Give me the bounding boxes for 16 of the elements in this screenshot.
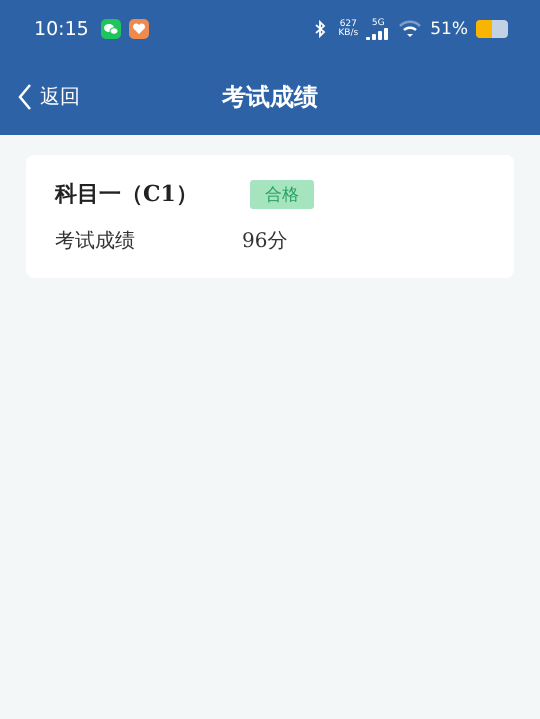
pass-badge: 合格 [250,180,314,208]
page-title: 考试成绩 [222,80,318,112]
clock-time: 10:15 [34,18,89,40]
network-speed: 627 [340,20,357,29]
subject-title: 科目一（C1） [55,180,199,209]
battery-percent: 51% [430,19,468,39]
score-label: 考试成绩 [55,227,136,254]
score-value: 96分 [242,227,288,254]
heart-app-icon [128,19,149,39]
speed-unit: KB/s [338,29,358,38]
network-type: 5G [372,18,385,28]
signal-icon [366,28,390,40]
chat-app-icon [100,19,121,39]
wifi-icon [398,19,422,39]
back-icon [18,82,32,110]
back-button[interactable]: 返回 [18,82,80,110]
